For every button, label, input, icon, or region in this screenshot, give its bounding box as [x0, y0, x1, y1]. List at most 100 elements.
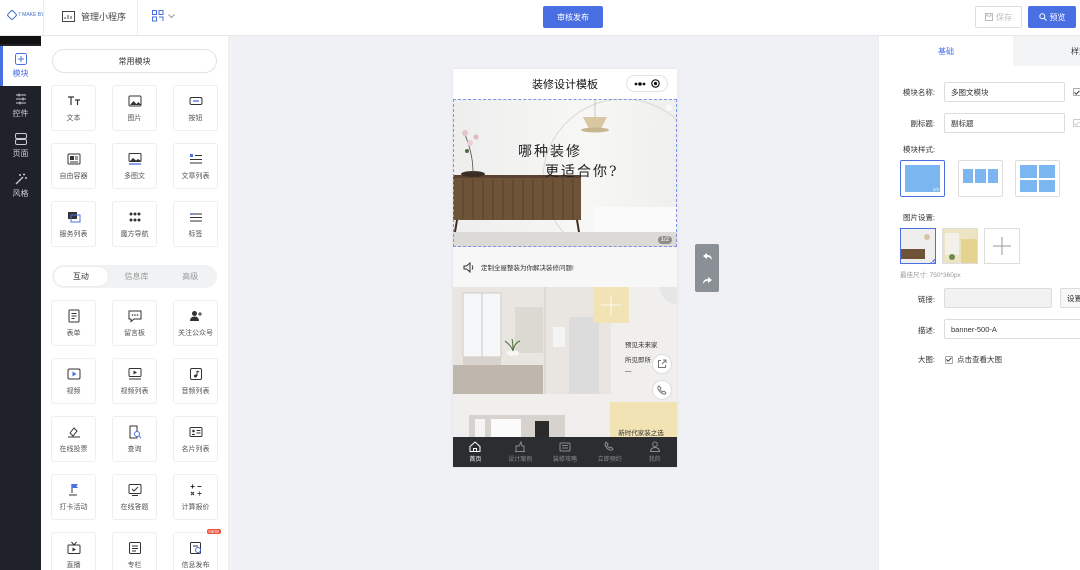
module-cube-nav[interactable]: 魔方导航 — [112, 201, 157, 247]
style-preview-grid — [1020, 165, 1055, 192]
tab-info-library[interactable]: 信息库 — [110, 265, 164, 288]
style-option-single[interactable]: 1/2 — [900, 160, 945, 197]
tabbar-item-guide[interactable]: 装修攻略 — [543, 437, 588, 467]
module-follow-account[interactable]: 关注公众号 — [173, 300, 218, 346]
card2-text: 新时代家装之选 — [618, 430, 664, 437]
image-thumb-2[interactable] — [942, 228, 978, 264]
subtitle-checkbox[interactable] — [1073, 119, 1080, 127]
tabbar-item-profile[interactable]: 我的 — [632, 437, 677, 467]
chart-icon — [62, 11, 75, 22]
link-label: 链接: — [917, 295, 935, 304]
publish-button[interactable]: 审核发布 — [543, 6, 603, 28]
tabbar-item-design-case[interactable]: 设计案例 — [498, 437, 543, 467]
tabbar-label: 立即预约 — [597, 457, 622, 463]
pages-icon — [14, 133, 27, 145]
module-live[interactable]: 直播 — [51, 532, 96, 570]
preview-button[interactable]: 预览 — [1028, 6, 1076, 28]
magic-wand-icon — [15, 173, 27, 185]
module-info-publish[interactable]: NEW 信息发布 — [173, 529, 221, 570]
module-message-board[interactable]: 留言板 — [112, 300, 157, 346]
add-image-button[interactable] — [984, 228, 1020, 264]
big-picture-option-label: 点击查看大图 — [957, 355, 1002, 364]
online-quiz-icon — [128, 483, 141, 496]
nav-label: 模块 — [12, 69, 29, 78]
notice-bar[interactable]: 定制全屋整装为你解决装修问题! — [453, 247, 677, 287]
manage-miniprogram-link[interactable]: 管理小程序 — [62, 10, 126, 23]
cube-nav-icon — [129, 212, 140, 221]
tab-basic[interactable]: 基础 — [879, 36, 1013, 66]
module-online-vote[interactable]: 在线投票 — [51, 416, 96, 462]
palette-tabs: 互动 信息库 高级 — [52, 265, 217, 288]
module-name-checkbox[interactable] — [1073, 88, 1080, 96]
module-checkin[interactable]: 打卡活动 — [51, 474, 96, 520]
module-name-input[interactable]: 多图文模块 — [944, 82, 1065, 102]
tabbar-item-home[interactable]: 首页 — [453, 437, 498, 467]
check-icon — [1074, 120, 1080, 126]
module-form[interactable]: 表单 — [51, 300, 96, 346]
image-icon — [128, 95, 141, 106]
image-settings-label: 图片设置: — [903, 213, 936, 222]
module-label: 在线投票 — [59, 445, 88, 453]
miniprogram-capsule[interactable] — [626, 75, 668, 92]
module-text[interactable]: 文本 — [51, 85, 96, 131]
module-column[interactable]: 专栏 — [112, 532, 157, 570]
plus-square-icon — [14, 53, 27, 65]
share-float-button[interactable] — [652, 354, 672, 374]
module-video[interactable]: 视频 — [51, 358, 96, 404]
module-article-list[interactable]: 文章列表 — [173, 143, 218, 189]
module-video-list[interactable]: 视频列表 — [112, 358, 157, 404]
subtitle-input[interactable]: 副标题 — [944, 113, 1065, 133]
tab-style[interactable]: 样式 — [1013, 36, 1080, 66]
apps-menu[interactable] — [152, 10, 175, 22]
column-icon — [128, 541, 141, 554]
redo-icon[interactable] — [702, 276, 713, 285]
module-image[interactable]: 图片 — [112, 85, 157, 131]
tab-interactive[interactable]: 互动 — [54, 267, 108, 286]
style-option-grid[interactable] — [1015, 160, 1060, 197]
module-style-label: 模块样式: — [903, 145, 936, 154]
logo: 7 MAKE BY — [6, 9, 44, 21]
card1-text1: 预见未来家 — [625, 342, 658, 349]
common-modules-header[interactable]: 常用模块 — [52, 49, 217, 73]
save-button[interactable]: 保存 — [975, 6, 1022, 28]
properties-panel: 基础 样式 模块名称: 多图文模块 副标题: 副标题 模块样式: 1/2 图片设… — [878, 36, 1080, 570]
divider — [137, 0, 138, 36]
share-icon — [658, 359, 667, 368]
style-option-triple[interactable] — [958, 160, 1003, 197]
link-input[interactable] — [944, 288, 1052, 308]
nav-item-controls[interactable]: 控件 — [0, 86, 41, 126]
tab-advanced[interactable]: 高级 — [163, 265, 217, 288]
module-online-quiz[interactable]: 在线答题 — [112, 474, 157, 520]
apps-grid-icon — [152, 10, 164, 22]
thumb-image — [943, 229, 977, 263]
module-business-card[interactable]: 名片列表 — [173, 416, 218, 462]
more-dots-icon — [634, 81, 646, 86]
nav-item-pages[interactable]: 页面 — [0, 126, 41, 166]
module-multi-image-text[interactable]: 多图文 — [112, 143, 157, 189]
module-query[interactable]: 查询 — [112, 416, 157, 462]
module-audio-list[interactable]: 音频列表 — [173, 358, 218, 404]
nav-item-style[interactable]: 风格 — [0, 166, 41, 206]
module-tag[interactable]: 标签 — [173, 201, 218, 247]
phone-float-button[interactable] — [652, 380, 672, 400]
style-preview-single: 1/2 — [905, 165, 940, 192]
module-palette: 常用模块 文本 图片 按钮 自由容器 多图文 文章列表 服务列表 魔方导航 标签… — [41, 36, 229, 570]
nav-item-modules[interactable]: 模块 — [0, 46, 41, 86]
tabbar-item-booking[interactable]: 立即预约 — [587, 437, 632, 467]
live-icon — [67, 541, 80, 554]
link-settings-button[interactable]: 设置 — [1060, 288, 1080, 308]
big-picture-option[interactable]: 点击查看大图 — [945, 354, 1002, 365]
big-picture-checkbox[interactable] — [945, 355, 953, 364]
module-button[interactable]: 按钮 — [173, 85, 218, 131]
multi-image-text-grid[interactable]: 预见未来家 所见即所 — 新时代家装之选 — [453, 287, 677, 437]
module-service-list[interactable]: 服务列表 — [51, 201, 96, 247]
phone-call-icon — [657, 385, 667, 395]
description-input[interactable]: banner-500-A — [944, 319, 1080, 339]
notice-text: 定制全屋整装为你解决装修问题! — [481, 265, 574, 272]
chevron-down-icon — [168, 13, 175, 18]
form-icon — [68, 309, 79, 322]
image-thumb-1[interactable] — [900, 228, 936, 264]
module-calculator[interactable]: 计算报价 — [173, 474, 218, 520]
module-free-container[interactable]: 自由容器 — [51, 143, 96, 189]
undo-icon[interactable] — [702, 252, 713, 261]
